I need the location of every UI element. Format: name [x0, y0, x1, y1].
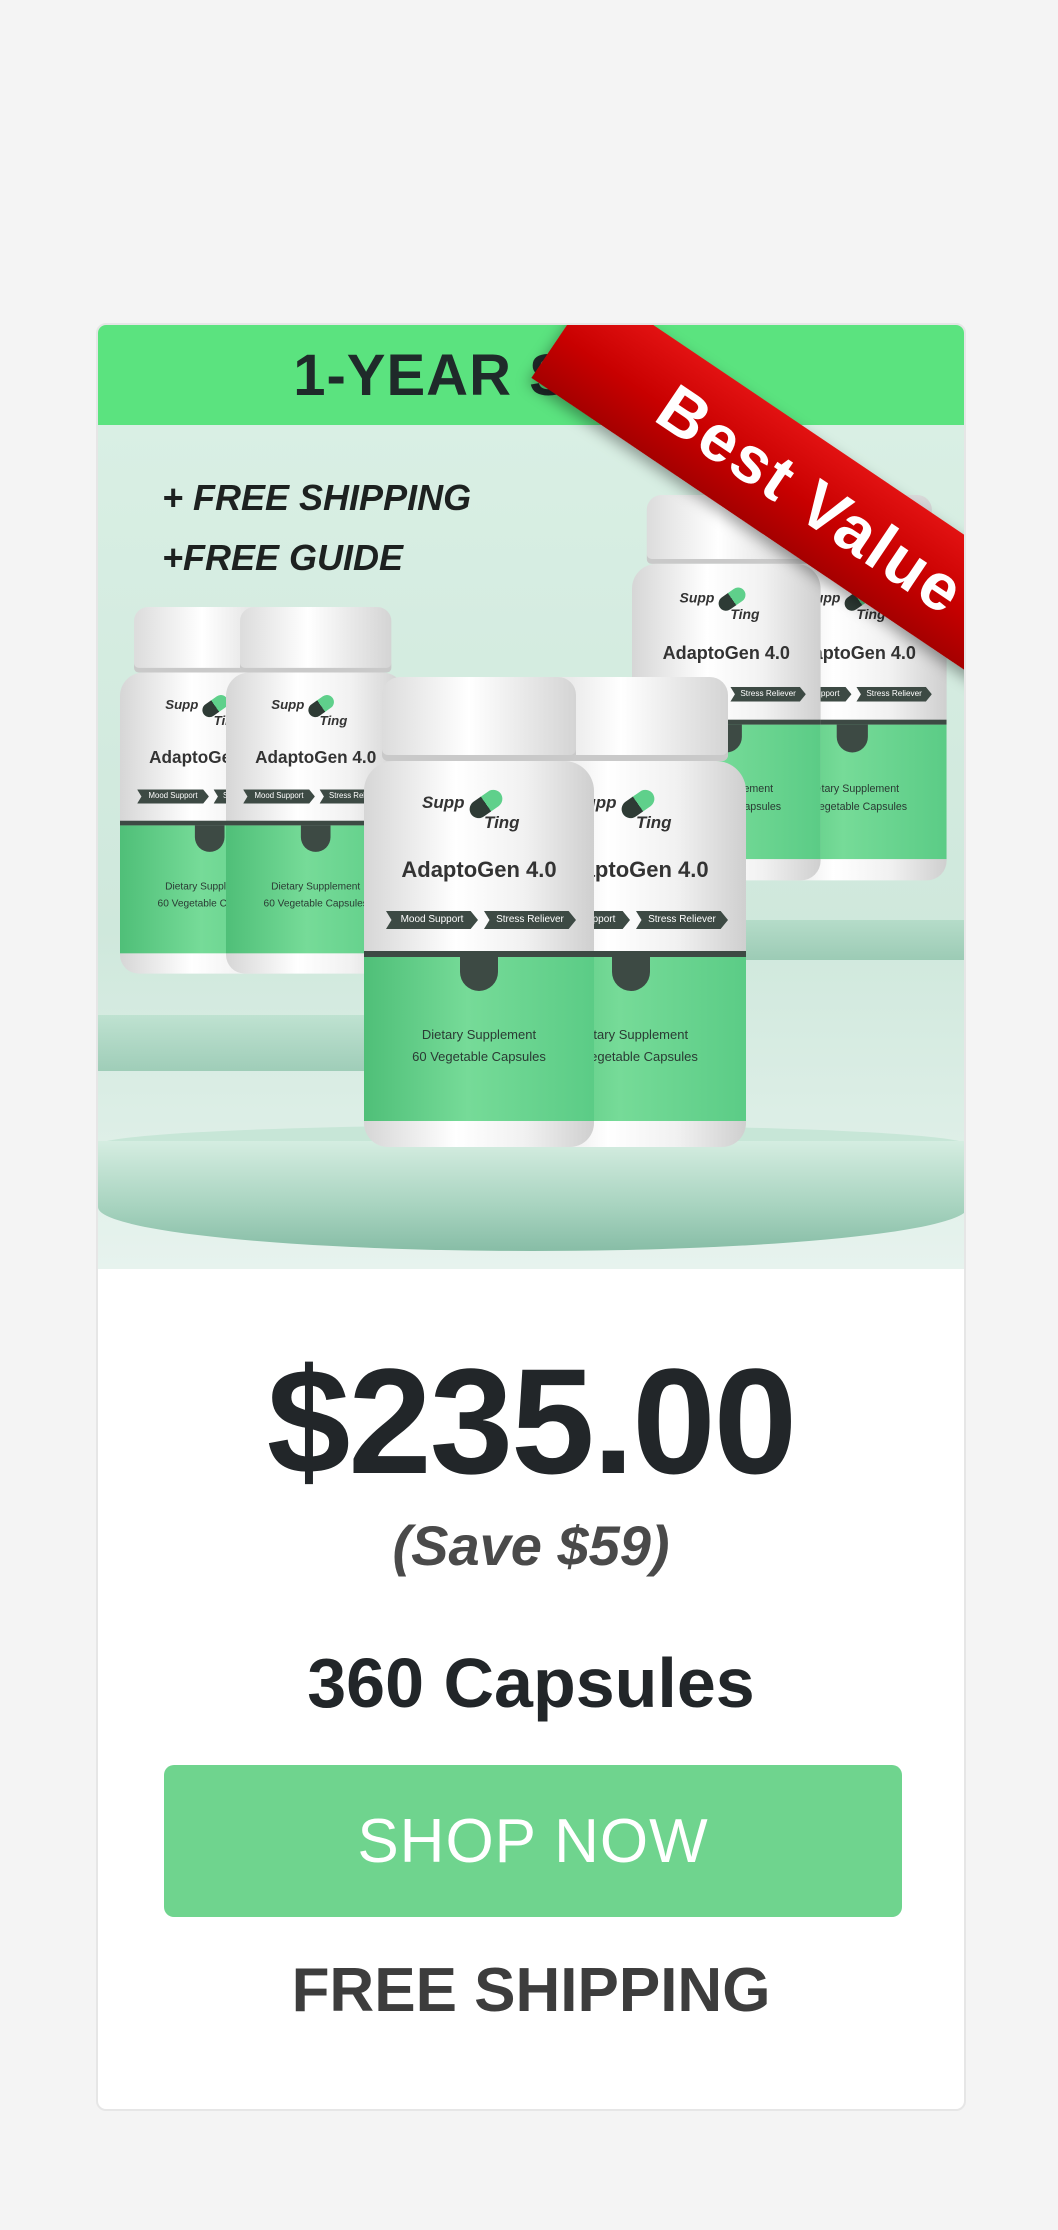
capsule-count: 360 Capsules [307, 1644, 755, 1722]
platform [98, 1141, 964, 1251]
offer-card: 1-YEAR S + FREE SHIPPING +FREE GUIDE Sup… [96, 323, 966, 2111]
savings-text: (Save $59) [392, 1514, 670, 1577]
shelf-left [98, 1015, 398, 1071]
price: $235.00 [266, 1337, 797, 1505]
plan-title: 1-YEAR S [293, 342, 569, 408]
shop-now-button[interactable]: SHOP NOW [164, 1765, 902, 1917]
bolt-shield-icon [194, 825, 225, 852]
ribbon-wrap: Best Value [531, 325, 964, 714]
bolt-shield-icon [612, 957, 650, 991]
bottle: Supp Ting AdaptoGen 4.0 Mood SupportStre… [364, 677, 594, 1147]
bolt-shield-icon [460, 957, 498, 991]
bolt-shield-icon [836, 724, 868, 753]
free-shipping-note: FREE SHIPPING [291, 1956, 771, 2025]
promo-free-shipping: + FREE SHIPPING [162, 477, 472, 518]
promo-free-guide: +FREE GUIDE [162, 537, 404, 578]
bolt-shield-icon [300, 825, 331, 852]
